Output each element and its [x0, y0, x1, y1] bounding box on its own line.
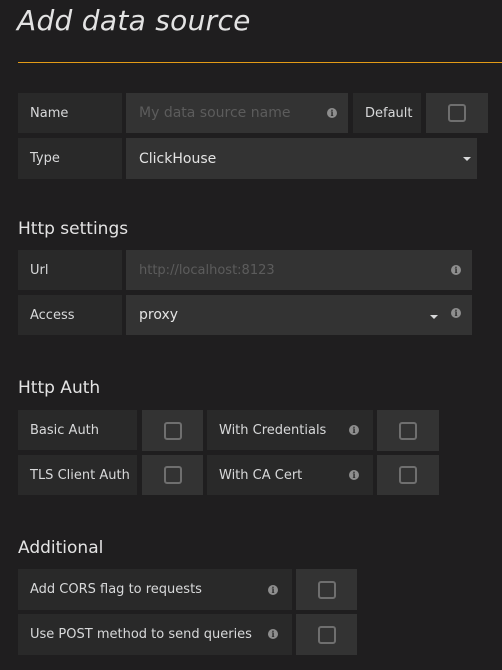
- checkbox-icon: [399, 466, 417, 484]
- with-credentials-text: With Credentials: [219, 422, 327, 438]
- caret-down-icon: [430, 315, 438, 319]
- access-value: proxy: [139, 307, 179, 323]
- cors-text: Add CORS flag to requests: [30, 582, 202, 597]
- url-label: Url: [18, 250, 122, 290]
- url-input[interactable]: http://localhost:8123 i: [126, 250, 472, 290]
- info-icon[interactable]: i: [349, 470, 359, 480]
- with-credentials-checkbox[interactable]: [377, 410, 439, 451]
- type-value: ClickHouse: [139, 150, 217, 167]
- type-select[interactable]: ClickHouse: [126, 138, 477, 179]
- page-title: Add data source: [17, 4, 251, 37]
- checkbox-icon: [163, 421, 182, 440]
- title-divider: [18, 62, 502, 63]
- checkbox-icon: [448, 104, 466, 122]
- checkbox-icon: [317, 580, 336, 599]
- basic-auth-label: Basic Auth: [18, 410, 137, 450]
- additional-heading: Additional: [18, 538, 104, 558]
- name-input[interactable]: My data source name i: [126, 93, 348, 133]
- basic-auth-checkbox[interactable]: [142, 410, 203, 451]
- with-ca-cert-text: With CA Cert: [219, 467, 303, 483]
- post-method-text: Use POST method to send queries: [30, 627, 252, 642]
- with-ca-cert-label: With CA Cert i: [207, 455, 373, 495]
- post-method-checkbox[interactable]: [296, 614, 357, 655]
- http-auth-heading: Http Auth: [18, 378, 101, 398]
- name-placeholder: My data source name: [139, 105, 291, 121]
- info-icon[interactable]: i: [268, 629, 278, 639]
- type-label: Type: [18, 138, 122, 179]
- name-label: Name: [18, 93, 122, 133]
- checkbox-icon: [317, 625, 336, 644]
- access-label: Access: [18, 295, 122, 335]
- default-label: Default: [353, 93, 421, 133]
- with-ca-cert-checkbox[interactable]: [377, 455, 439, 495]
- cors-label: Add CORS flag to requests i: [18, 569, 292, 610]
- tls-client-auth-label: TLS Client Auth: [18, 455, 137, 495]
- with-credentials-label: With Credentials i: [207, 410, 373, 450]
- info-icon[interactable]: i: [451, 265, 461, 275]
- url-placeholder: http://localhost:8123: [139, 262, 275, 278]
- info-icon[interactable]: i: [451, 308, 461, 318]
- caret-down-icon: [463, 157, 471, 161]
- post-method-label: Use POST method to send queries i: [18, 614, 292, 655]
- info-icon[interactable]: i: [349, 425, 359, 435]
- checkbox-icon: [163, 466, 182, 484]
- http-settings-heading: Http settings: [18, 219, 129, 239]
- access-select[interactable]: proxy i: [126, 295, 472, 335]
- tls-client-auth-checkbox[interactable]: [142, 455, 203, 495]
- info-icon[interactable]: i: [327, 108, 337, 118]
- default-checkbox[interactable]: [426, 93, 488, 133]
- info-icon[interactable]: i: [268, 585, 278, 595]
- checkbox-icon: [399, 421, 417, 440]
- cors-checkbox[interactable]: [296, 569, 357, 610]
